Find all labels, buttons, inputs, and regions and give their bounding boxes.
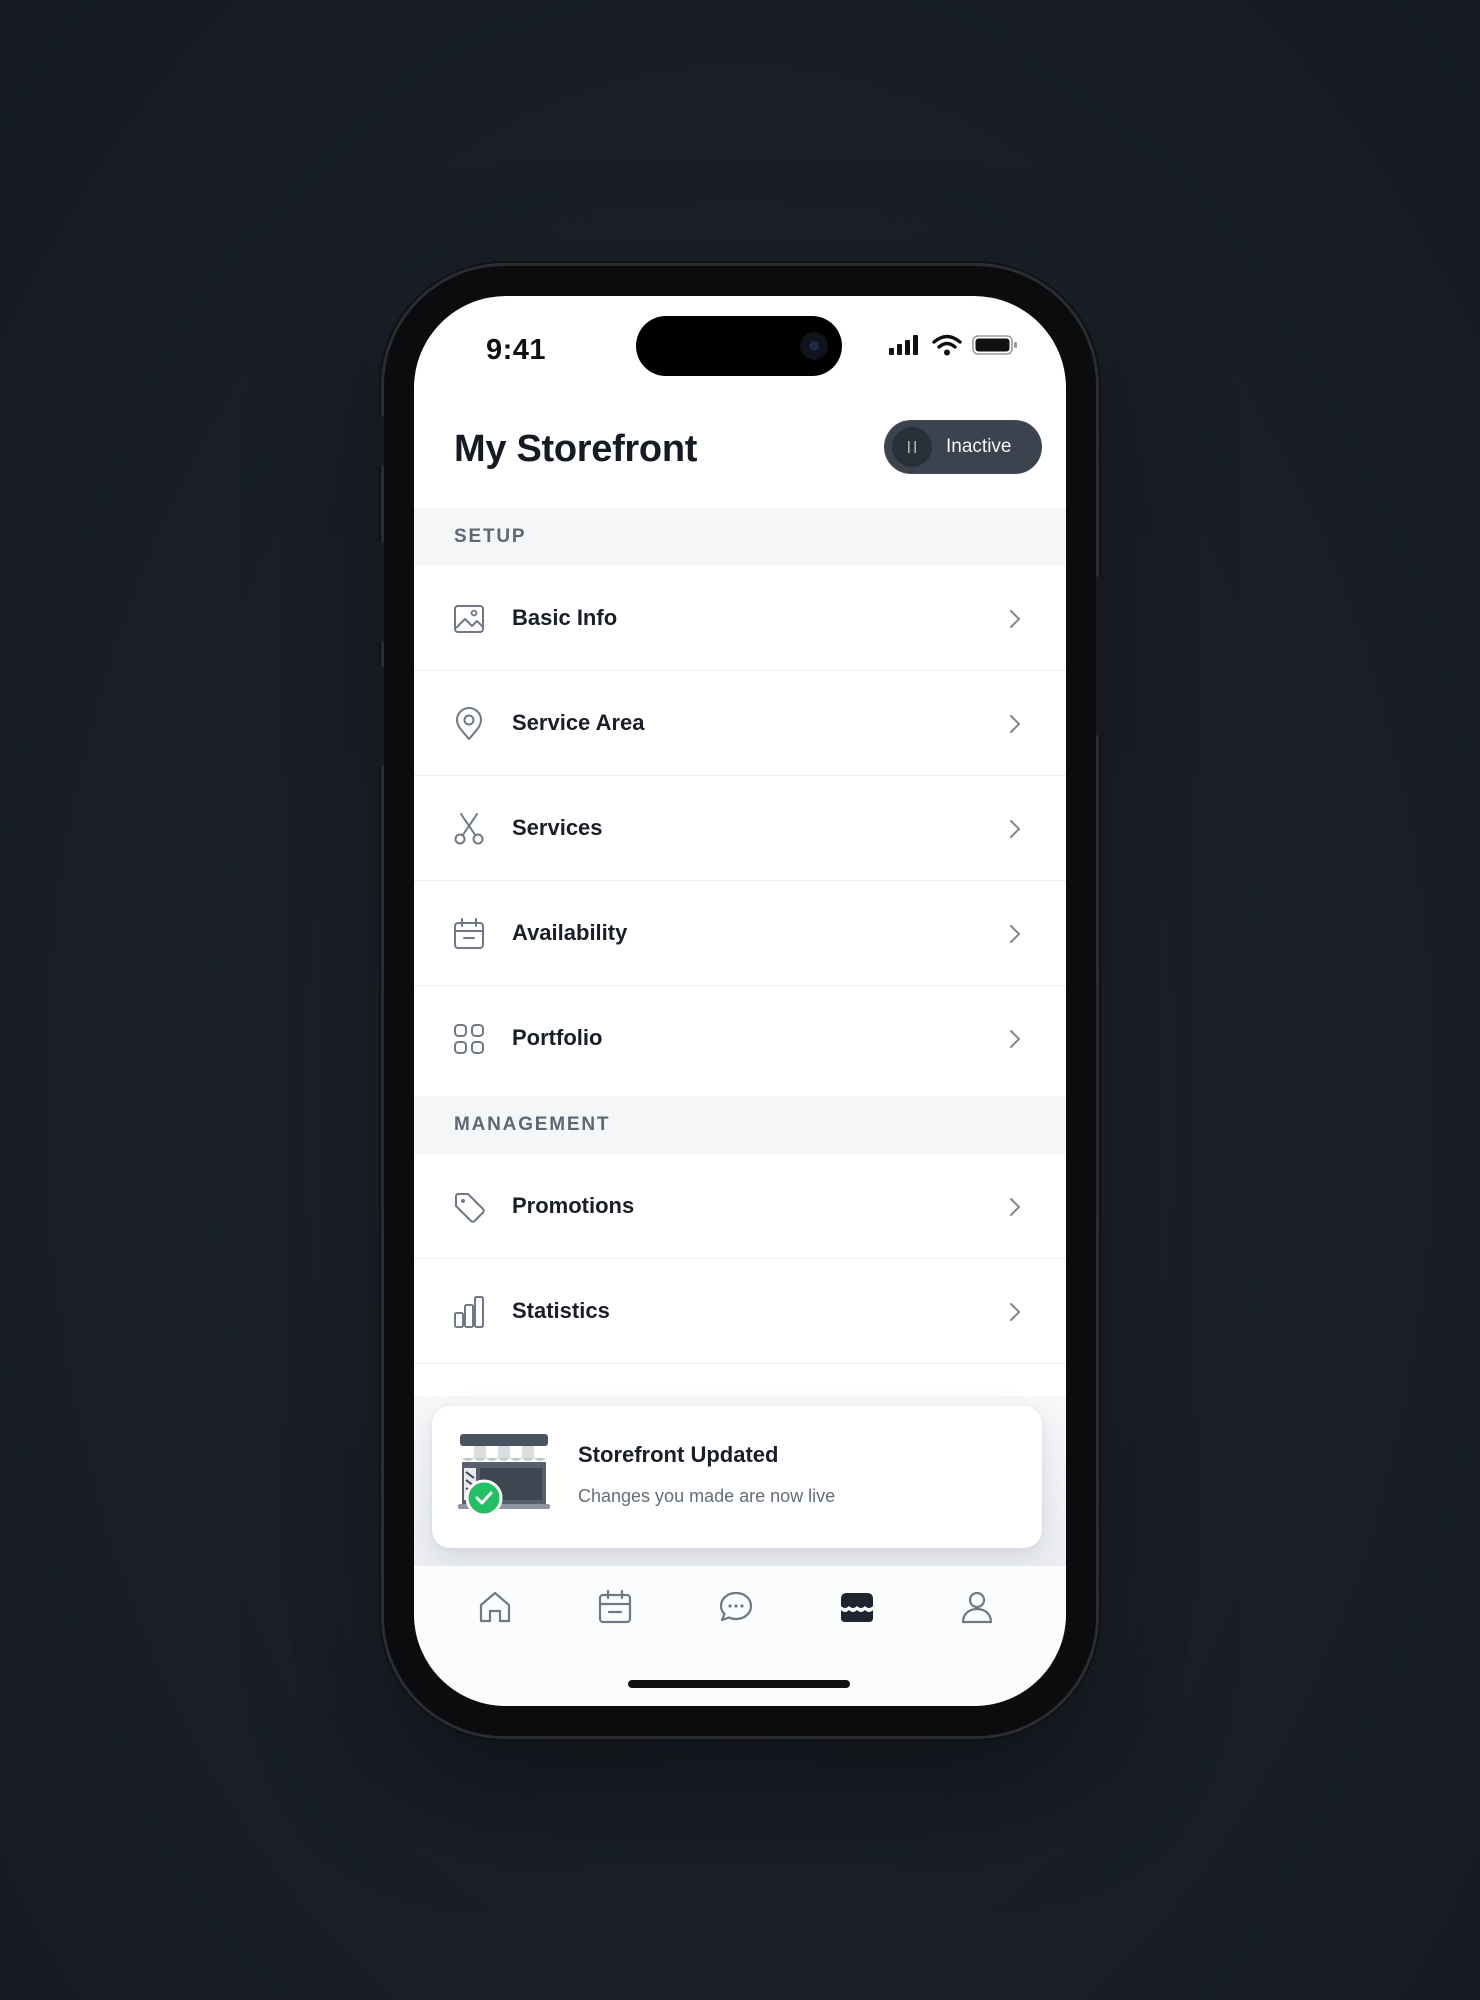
calendar-tab-icon[interactable] [596, 1588, 634, 1626]
menu-item-basic-info[interactable]: Basic Info [414, 566, 1066, 671]
scissors-icon [454, 813, 484, 845]
pause-icon [892, 427, 932, 467]
chevron-right-icon [1010, 1198, 1020, 1216]
dynamic-island [636, 316, 842, 376]
battery-icon [972, 335, 1017, 355]
chat-bubble-icon[interactable] [717, 1588, 755, 1626]
status-toggle-label: Inactive [946, 436, 1012, 457]
bar-chart-icon [454, 1296, 484, 1328]
menu-item-label: Statistics [512, 1298, 610, 1323]
cellular-signal-icon [889, 335, 918, 355]
calendar-icon [454, 918, 484, 949]
storefront-status-toggle[interactable]: Inactive [884, 420, 1042, 474]
home-indicator[interactable] [628, 1680, 850, 1688]
chevron-right-icon [1010, 1030, 1020, 1048]
menu-item-label: Promotions [512, 1193, 635, 1218]
action-button [378, 416, 384, 466]
phone-frame: 9:41 My Storefront Inactive SETUP Basic … [378, 266, 1102, 1736]
location-pin-icon [456, 707, 482, 740]
menu-item-services[interactable]: Services [414, 776, 1066, 881]
storefront-check-illustration [458, 1434, 550, 1517]
camera-icon [800, 332, 828, 360]
menu-item-label: Services [512, 815, 603, 840]
menu-item-promotions[interactable]: Promotions [414, 1154, 1066, 1259]
toast-message: Changes you made are now live [578, 1486, 836, 1506]
storefront-updated-toast[interactable]: Storefront Updated Changes you made are … [432, 1406, 1042, 1548]
menu-item-label: Service Area [512, 710, 645, 735]
section-heading-setup: SETUP [414, 508, 1066, 566]
storefront-tab-icon[interactable] [838, 1588, 876, 1626]
grid-icon [454, 1024, 484, 1054]
chevron-right-icon [1010, 1303, 1020, 1321]
status-bar: 9:41 [414, 296, 1066, 396]
home-icon[interactable] [476, 1588, 514, 1626]
section-heading-management: MANAGEMENT [414, 1096, 1066, 1154]
wifi-icon [932, 334, 962, 356]
tag-icon [455, 1193, 485, 1223]
profile-icon[interactable] [958, 1588, 996, 1626]
chevron-right-icon [1010, 925, 1020, 943]
page-header: My Storefront Inactive [414, 416, 1066, 496]
menu-item-portfolio[interactable]: Portfolio [414, 986, 1066, 1091]
menu-item-service-area[interactable]: Service Area [414, 671, 1066, 776]
chevron-right-icon [1010, 820, 1020, 838]
status-time: 9:41 [486, 334, 547, 366]
chevron-right-icon [1010, 715, 1020, 733]
volume-up-button [378, 542, 384, 642]
menu-item-label: Basic Info [512, 605, 618, 630]
power-button [1096, 576, 1102, 736]
page-title: My Storefront [454, 428, 698, 470]
menu-item-availability[interactable]: Availability [414, 881, 1066, 986]
menu-item-label: Availability [512, 920, 628, 945]
screen: 9:41 My Storefront Inactive SETUP Basic … [414, 296, 1066, 1706]
image-icon [454, 605, 484, 633]
menu-item-label: Portfolio [512, 1025, 603, 1050]
chevron-right-icon [1010, 610, 1020, 628]
toast-title: Storefront Updated [578, 1442, 779, 1467]
volume-down-button [378, 666, 384, 766]
menu-item-statistics[interactable]: Statistics [414, 1259, 1066, 1364]
status-icons [888, 334, 1018, 356]
